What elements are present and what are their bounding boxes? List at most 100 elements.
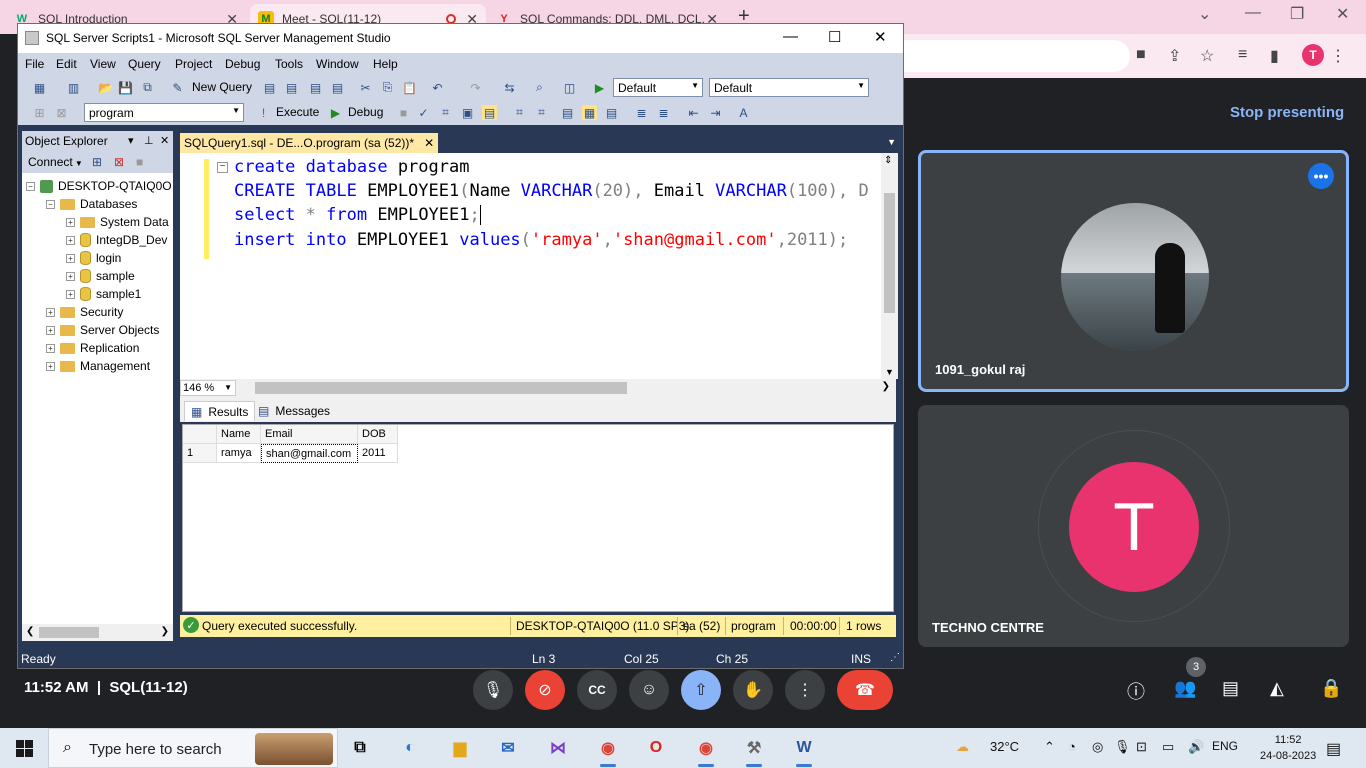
network-icon[interactable]: ◔ — [1068, 739, 1076, 754]
menu-debug[interactable]: Debug — [225, 57, 260, 71]
stop-presenting-button[interactable]: Stop presenting — [1230, 104, 1344, 121]
tab-sqlquery1[interactable]: SQLQuery1.sql - DE...O.program (sa (52))… — [180, 133, 439, 153]
opera-icon[interactable]: O — [642, 734, 670, 762]
row-number[interactable]: 1 — [183, 444, 217, 463]
horizontal-scroll-thumb[interactable] — [255, 382, 627, 394]
xmla-query-icon[interactable]: ▤ — [330, 80, 345, 95]
close-window-icon[interactable]: ✕ — [1336, 4, 1349, 24]
open-file-icon[interactable]: 📂 — [98, 80, 113, 95]
start-button[interactable] — [16, 740, 33, 757]
analysis-query-icon[interactable]: ▤ — [284, 80, 299, 95]
tree-item-databases[interactable]: − Databases — [46, 195, 137, 213]
grid-cell[interactable]: ramya — [217, 444, 261, 463]
menu-file[interactable]: File — [25, 57, 44, 71]
results-to-grid-icon[interactable]: ▤ — [482, 105, 497, 120]
show-hidden-icons-icon[interactable]: ⌃ — [1044, 739, 1055, 755]
cancel-query-icon[interactable]: ■ — [396, 105, 411, 120]
column-header[interactable]: DOB — [358, 425, 398, 444]
mail-icon[interactable]: ✉ — [494, 734, 522, 762]
menu-dots-icon[interactable]: ⋮ — [1330, 46, 1346, 66]
minimize-icon[interactable]: — — [1245, 4, 1261, 22]
column-header[interactable]: Email — [261, 425, 358, 444]
maximize-icon[interactable]: ☐ — [828, 28, 841, 46]
column-header[interactable]: Name — [217, 425, 261, 444]
increase-indent-icon[interactable]: ⇥ — [708, 105, 723, 120]
menu-edit[interactable]: Edit — [56, 57, 77, 71]
solution-config-combo[interactable]: Default ▼ — [613, 78, 703, 97]
side-panel-icon[interactable]: ▮ — [1270, 46, 1279, 66]
redo-icon[interactable]: ↷ — [468, 80, 483, 95]
chrome-profile-icon[interactable]: ◉ — [692, 734, 720, 767]
bookmark-star-icon[interactable]: ☆ — [1200, 46, 1214, 66]
close-icon[interactable]: ✕ — [160, 134, 169, 147]
tab-list-dropdown-icon[interactable]: ▼ — [887, 137, 896, 147]
volume-icon[interactable]: 🔊 — [1188, 739, 1204, 755]
tree-item-server[interactable]: − DESKTOP-QTAIQ0O — [26, 177, 172, 195]
uncomment-icon[interactable]: ≣ — [656, 105, 671, 120]
file-explorer-icon[interactable]: ▆ — [446, 734, 474, 762]
query-designer-icon[interactable]: ▣ — [460, 105, 475, 120]
microphone-tray-icon[interactable]: 🎙 — [1114, 739, 1131, 755]
minimize-icon[interactable]: — — [783, 28, 798, 45]
tree-item-database[interactable]: + sample1 — [66, 285, 141, 303]
results-grid-icon[interactable]: ▦ — [582, 105, 597, 120]
ssms-taskbar-icon[interactable]: ⚒ — [740, 734, 768, 767]
decrease-indent-icon[interactable]: ⇤ — [686, 105, 701, 120]
search-box[interactable]: ⌕ Type here to search — [48, 728, 338, 768]
grid-cell-selected[interactable]: shan@gmail.com — [261, 444, 358, 463]
restore-icon[interactable]: ❐ — [1290, 4, 1304, 24]
undo-icon[interactable]: ↶ — [430, 80, 445, 95]
camera-tray-icon[interactable]: ◎ — [1092, 739, 1103, 755]
zoom-combo[interactable]: 146 % ▼ — [180, 380, 236, 396]
comment-icon[interactable]: ≣ — [634, 105, 649, 120]
camera-icon[interactable]: ■ — [1136, 46, 1146, 64]
tree-item-database[interactable]: + login — [66, 249, 121, 267]
code-line[interactable]: insert into EMPLOYEE1 values('ramya','sh… — [234, 230, 848, 250]
horizontal-scrollbar[interactable]: ❮ ❯ — [22, 624, 173, 641]
weather-temp[interactable]: 32°C — [990, 739, 1019, 754]
screen-share-icon[interactable]: ⊡ — [1136, 739, 1147, 755]
system-clock[interactable]: 11:52 24-08-2023 — [1260, 732, 1316, 764]
menu-tools[interactable]: Tools — [275, 57, 303, 71]
debug-icon[interactable]: ▶ — [328, 105, 343, 120]
share-icon[interactable]: ⇪ — [1168, 46, 1181, 66]
resize-grip-icon[interactable]: ⋰ — [890, 652, 900, 663]
available-databases-combo[interactable]: program ▼ — [84, 103, 244, 122]
emoji-icon[interactable]: ☺ — [629, 670, 669, 710]
connect-server-icon[interactable]: ⊞ — [92, 155, 102, 169]
database-engine-query-icon[interactable]: ▤ — [262, 80, 277, 95]
more-options-icon[interactable]: ⋮ — [785, 670, 825, 710]
pin-icon[interactable]: ⊥ — [144, 134, 154, 147]
tree-item-system-databases[interactable]: + System Data — [66, 213, 169, 231]
tree-item-security[interactable]: + Security — [46, 303, 123, 321]
tree-item-server-objects[interactable]: + Server Objects — [46, 321, 159, 339]
battery-icon[interactable]: ▭ — [1162, 739, 1174, 755]
weather-icon[interactable]: ☁ — [956, 739, 969, 755]
menu-view[interactable]: View — [90, 57, 116, 71]
code-line[interactable]: CREATE TABLE EMPLOYEE1(Name VARCHAR(20),… — [234, 181, 869, 201]
client-statistics-icon[interactable]: ⌗ — [534, 105, 549, 120]
activity-monitor-icon[interactable]: ◫ — [562, 80, 577, 95]
visual-studio-icon[interactable]: ⋈ — [544, 734, 572, 762]
connect-icon[interactable]: ⊞ — [32, 105, 47, 120]
people-icon[interactable]: 👥 — [1174, 678, 1196, 699]
activities-icon[interactable]: ◭ — [1270, 678, 1284, 699]
disconnect-icon[interactable]: ⊠ — [54, 105, 69, 120]
dropdown-icon[interactable]: ▾ — [128, 134, 134, 147]
execute-icon[interactable]: ! — [256, 105, 271, 120]
close-window-icon[interactable]: ✕ — [874, 28, 887, 46]
language-indicator[interactable]: ENG — [1212, 739, 1238, 753]
add-item-icon[interactable]: ▥ — [66, 80, 81, 95]
parse-icon[interactable]: ✓ — [416, 105, 431, 120]
menu-help[interactable]: Help — [373, 57, 398, 71]
meeting-info-icon[interactable]: ⓘ — [1127, 678, 1145, 704]
collapse-icon[interactable]: − — [217, 162, 228, 173]
notifications-icon[interactable]: ▤ — [1326, 739, 1341, 759]
grid-corner[interactable] — [183, 425, 217, 444]
scroll-right-icon[interactable]: ❯ — [882, 381, 890, 392]
navigate-icon[interactable]: ⇆ — [502, 80, 517, 95]
tab-search-icon[interactable]: ⌄ — [1198, 4, 1211, 24]
code-line[interactable]: select * from EMPLOYEE1; — [234, 205, 481, 225]
connect-dropdown[interactable]: Connect — [28, 155, 73, 169]
word-icon[interactable]: W — [790, 734, 818, 767]
